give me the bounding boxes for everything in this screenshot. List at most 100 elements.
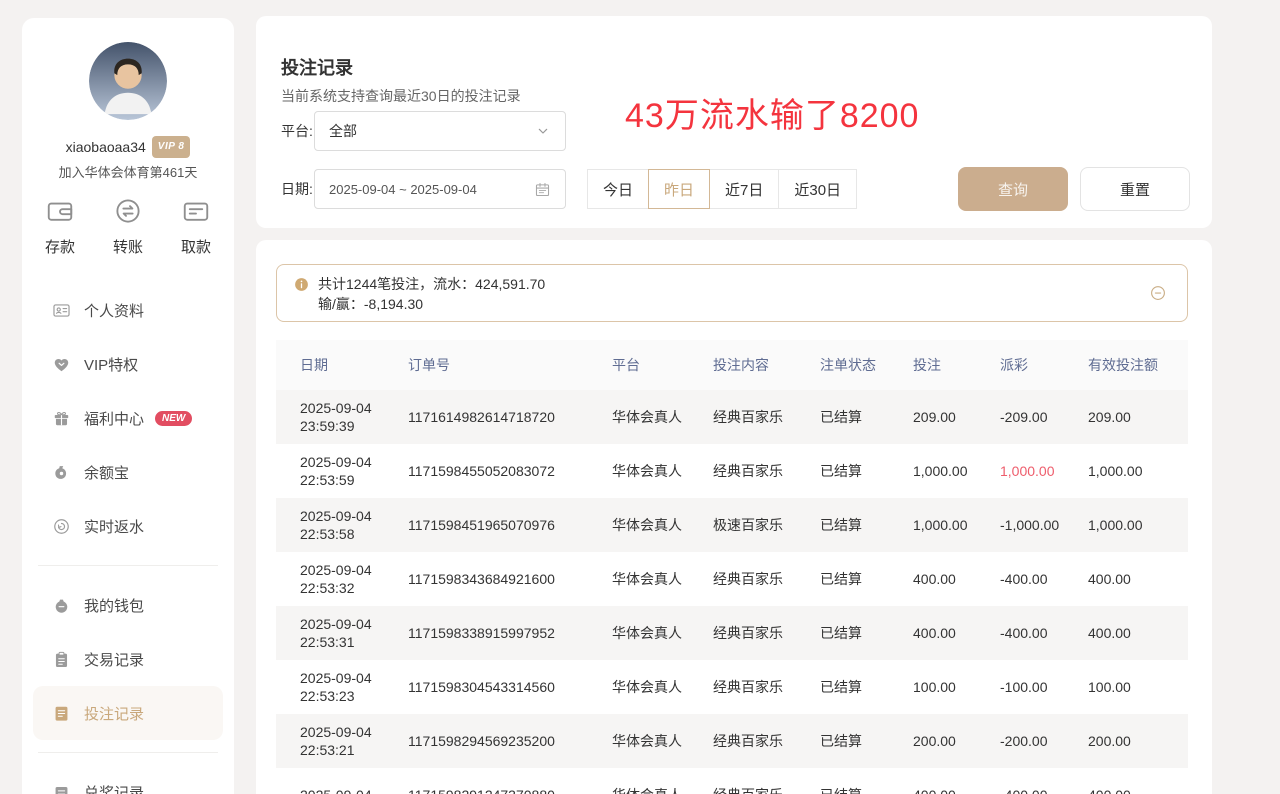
cell-date-time: 23:59:39 [300, 417, 384, 435]
cell-date: 2025-09-04 22:53:23 [276, 669, 384, 705]
table-row: 2025-09-04 22:53:59 1171598455052083072 … [276, 444, 1188, 498]
quick-range-button[interactable]: 今日 [587, 169, 649, 209]
records-card: 共计1244笔投注，流水：424,591.70 输/赢：-8,194.30 日期… [256, 240, 1212, 794]
sidebar-item[interactable]: 个人资料 [33, 283, 223, 337]
quick-range-button[interactable]: 近7日 [709, 169, 779, 209]
sidebar-item[interactable]: 兑奖记录 [33, 765, 223, 794]
cell-platform: 华体会真人 [588, 731, 689, 751]
cell-bet-content: 经典百家乐 [689, 623, 796, 643]
collapse-summary-button[interactable] [1149, 284, 1167, 302]
table-row: 2025-09-04 1171598291247370880 华体会真人 经典百… [276, 768, 1188, 794]
info-icon [293, 276, 310, 293]
cell-date: 2025-09-04 22:53:32 [276, 561, 384, 597]
sidebar-item-icon [52, 463, 71, 482]
sidebar-item-label: 交易记录 [84, 649, 144, 670]
quick-range-button[interactable]: 近30日 [778, 169, 857, 209]
cell-bet-content: 经典百家乐 [689, 677, 796, 697]
cell-bet-amount: 400.00 [889, 787, 976, 794]
quick-action-label: 转账 [113, 236, 143, 257]
table-row: 2025-09-04 23:59:39 1171614982614718720 … [276, 390, 1188, 444]
cell-bet-content: 经典百家乐 [689, 731, 796, 751]
username: xiaobaoaa34 [66, 138, 146, 156]
date-range-input[interactable]: 2025-09-04 ~ 2025-09-04 [314, 169, 566, 209]
cell-valid-amount: 1,000.00 [1064, 463, 1188, 479]
sidebar-item-icon [52, 783, 71, 794]
cell-order-number: 1171598451965070976 [384, 517, 588, 533]
cell-date-time: 22:53:58 [300, 525, 384, 543]
summary-line1-row: 共计1244笔投注，流水：424,591.70 [293, 274, 1171, 294]
cell-payout: -100.00 [976, 679, 1064, 695]
avatar-image [89, 42, 167, 120]
cell-platform: 华体会真人 [588, 785, 689, 794]
cell-payout: -200.00 [976, 733, 1064, 749]
cell-payout: 1,000.00 [976, 463, 1064, 479]
cell-platform: 华体会真人 [588, 515, 689, 535]
sidebar-item-icon [52, 650, 71, 669]
sidebar-item-label: VIP特权 [84, 354, 138, 375]
quick-actions: 存款 转账 取款 [22, 196, 234, 257]
cell-bet-content: 经典百家乐 [689, 569, 796, 589]
quick-action[interactable]: 存款 [38, 196, 82, 257]
sidebar-item[interactable]: 余额宝 [33, 445, 223, 499]
sidebar-item[interactable]: 交易记录 [33, 632, 223, 686]
platform-select[interactable]: 全部 [314, 111, 566, 151]
cell-payout: -1,000.00 [976, 517, 1064, 533]
cell-order-number: 1171598338915997952 [384, 625, 588, 641]
sidebar-item[interactable]: 福利中心 NEW [33, 391, 223, 445]
sidebar: xiaobaoaa34 VIP 8 加入华体会体育第461天 存款 转账 取款 [22, 18, 234, 794]
column-header-status: 注单状态 [796, 355, 889, 375]
cell-payout: -400.00 [976, 571, 1064, 587]
user-row: xiaobaoaa34 VIP 8 [22, 136, 234, 158]
cell-status: 已结算 [796, 785, 889, 794]
cell-status: 已结算 [796, 515, 889, 535]
cell-date: 2025-09-04 22:53:21 [276, 723, 384, 759]
cell-bet-amount: 100.00 [889, 679, 976, 695]
sidebar-item[interactable]: VIP特权 [33, 337, 223, 391]
minus-circle-icon [1149, 284, 1167, 302]
column-header-content: 投注内容 [689, 355, 796, 375]
sidebar-item[interactable]: 我的钱包 [33, 578, 223, 632]
sidebar-divider [38, 752, 218, 753]
platform-select-value: 全部 [329, 121, 535, 141]
sidebar-item-icon [52, 355, 71, 374]
cell-bet-content: 经典百家乐 [689, 407, 796, 427]
cell-platform: 华体会真人 [588, 569, 689, 589]
cell-order-number: 1171598304543314560 [384, 679, 588, 695]
cell-bet-amount: 400.00 [889, 571, 976, 587]
cell-date-time: 22:53:59 [300, 471, 384, 489]
quick-range-label: 昨日 [664, 179, 694, 200]
table-header-row: 日期 订单号 平台 投注内容 注单状态 投注 派彩 有效投注额 [276, 340, 1188, 390]
calendar-icon[interactable] [534, 181, 551, 198]
cell-platform: 华体会真人 [588, 677, 689, 697]
bet-records-table: 日期 订单号 平台 投注内容 注单状态 投注 派彩 有效投注额 2025-09-… [276, 340, 1188, 794]
table-row: 2025-09-04 22:53:31 1171598338915997952 … [276, 606, 1188, 660]
cell-valid-amount: 400.00 [1064, 571, 1188, 587]
cell-date-day: 2025-09-04 [300, 723, 384, 741]
quick-range-label: 近7日 [725, 179, 763, 200]
cell-date: 2025-09-04 22:53:58 [276, 507, 384, 543]
query-button[interactable]: 查询 [958, 167, 1068, 211]
cell-bet-amount: 400.00 [889, 625, 976, 641]
platform-label: 平台: [281, 111, 313, 151]
cell-bet-amount: 209.00 [889, 409, 976, 425]
cell-payout: -209.00 [976, 409, 1064, 425]
table-row: 2025-09-04 22:53:58 1171598451965070976 … [276, 498, 1188, 552]
quick-action-label: 存款 [45, 236, 75, 257]
page-subtitle: 当前系统支持查询最近30日的投注记录 [281, 86, 521, 106]
quick-range-button[interactable]: 昨日 [648, 169, 710, 209]
quick-action[interactable]: 取款 [174, 196, 218, 257]
cell-valid-amount: 400.00 [1064, 625, 1188, 641]
cell-bet-content: 经典百家乐 [689, 785, 796, 794]
sidebar-item[interactable]: 实时返水 [33, 499, 223, 553]
sidebar-item[interactable]: 投注记录 [33, 686, 223, 740]
summary-total-text: 共计1244笔投注，流水：424,591.70 [318, 274, 545, 294]
cell-date-time: 22:53:21 [300, 741, 384, 759]
table-row: 2025-09-04 22:53:21 1171598294569235200 … [276, 714, 1188, 768]
table-row: 2025-09-04 22:53:23 1171598304543314560 … [276, 660, 1188, 714]
cell-date-time: 22:53:32 [300, 579, 384, 597]
reset-button[interactable]: 重置 [1080, 167, 1190, 211]
cell-date-day: 2025-09-04 [300, 615, 384, 633]
quick-action[interactable]: 转账 [106, 196, 150, 257]
cell-status: 已结算 [796, 407, 889, 427]
sidebar-item-label: 投注记录 [84, 703, 144, 724]
